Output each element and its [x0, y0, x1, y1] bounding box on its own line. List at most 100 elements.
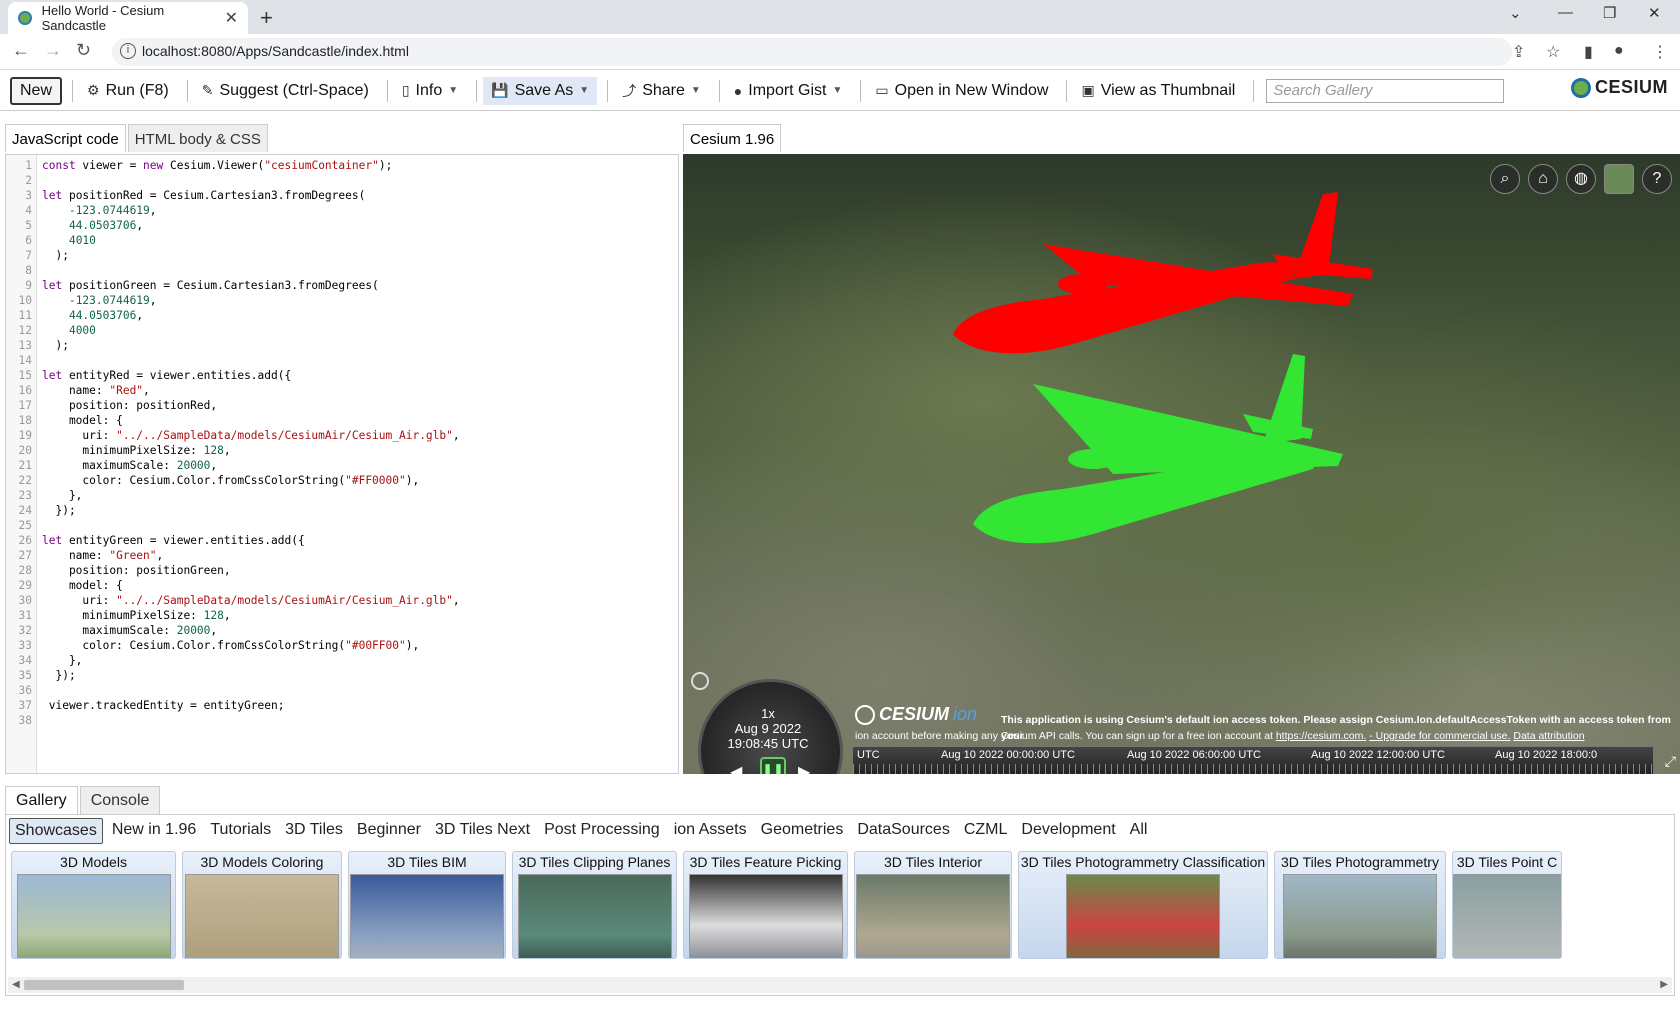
gallery-category[interactable]: Post Processing	[539, 818, 665, 844]
upgrade-link[interactable]: - Upgrade for commercial use.	[1369, 730, 1510, 742]
scroll-right-icon[interactable]: ▶	[1660, 977, 1668, 993]
view-thumbnail-button[interactable]: ▣ View as Thumbnail	[1073, 77, 1243, 105]
code-line[interactable]: 20 minimumPixelSize: 128,	[6, 443, 678, 458]
code-line[interactable]: 34 },	[6, 653, 678, 668]
tab-console[interactable]: Console	[79, 786, 161, 815]
gallery-category[interactable]: Development	[1016, 818, 1120, 844]
code-line[interactable]: 33 color: Cesium.Color.fromCssColorStrin…	[6, 638, 678, 653]
scrollbar-thumb[interactable]	[24, 980, 184, 990]
url-field[interactable]: i localhost:8080/Apps/Sandcastle/index.h…	[112, 38, 1512, 66]
share-button[interactable]: ⤴ Share ▼	[614, 77, 709, 105]
tab-cesium-viewer[interactable]: Cesium 1.96	[683, 124, 782, 152]
code-line[interactable]: 4 -123.0744619,	[6, 203, 678, 218]
play-reverse-icon[interactable]: ◀	[730, 762, 742, 774]
open-new-window-button[interactable]: ▭ Open in New Window	[867, 77, 1056, 105]
green-airplane-model[interactable]	[973, 344, 1403, 564]
code-line[interactable]: 14	[6, 353, 678, 368]
code-line[interactable]: 18 model: {	[6, 413, 678, 428]
gallery-category[interactable]: CZML	[959, 818, 1013, 844]
animation-widget[interactable]: 1x Aug 9 2022 19:08:45 UTC ◀ ❚❚ ▶	[688, 669, 848, 774]
code-line[interactable]: 3 let positionRed = Cesium.Cartesian3.fro…	[6, 188, 678, 203]
code-line[interactable]: 7 );	[6, 248, 678, 263]
new-tab-icon[interactable]: +	[260, 5, 273, 31]
profile-icon[interactable]: ●	[1614, 42, 1624, 60]
code-line[interactable]: 17 position: positionRed,	[6, 398, 678, 413]
tab-gallery[interactable]: Gallery	[5, 786, 78, 815]
gallery-category[interactable]: Tutorials	[205, 818, 276, 844]
code-line[interactable]: 16 name: "Red",	[6, 383, 678, 398]
code-line[interactable]: 13 );	[6, 338, 678, 353]
code-line[interactable]: 6 4010	[6, 233, 678, 248]
suggest-button[interactable]: ✎ Suggest (Ctrl-Space)	[194, 77, 377, 105]
gallery-category[interactable]: 3D Tiles	[280, 818, 348, 844]
window-close-icon[interactable]: ✕	[1648, 4, 1661, 22]
code-line[interactable]: 32 maximumScale: 20000,	[6, 623, 678, 638]
play-forward-icon[interactable]: ▶	[798, 762, 810, 774]
code-line[interactable]: 27 name: "Green",	[6, 548, 678, 563]
gallery-thumbnail[interactable]: 3D Tiles Photogrammetry Classification	[1018, 851, 1268, 959]
code-line[interactable]: 15 let entityRed = viewer.entities.add({	[6, 368, 678, 383]
import-gist-button[interactable]: ● Import Gist ▼	[726, 77, 851, 105]
pause-icon[interactable]: ❚❚	[760, 757, 786, 774]
code-line[interactable]: 21 maximumScale: 20000,	[6, 458, 678, 473]
fullscreen-icon[interactable]: ⤢	[1665, 753, 1676, 770]
code-line[interactable]: 2	[6, 173, 678, 188]
gallery-category[interactable]: Beginner	[352, 818, 426, 844]
gallery-thumbnail[interactable]: 3D Models Coloring	[182, 851, 342, 959]
site-info-icon[interactable]: i	[120, 43, 136, 59]
geocoder-search-icon[interactable]: ⌕	[1490, 164, 1520, 194]
side-panel-icon[interactable]: ▮	[1584, 42, 1593, 62]
code-line[interactable]: 23 },	[6, 488, 678, 503]
code-line[interactable]: 8	[6, 263, 678, 278]
code-line[interactable]: 30 uri: "../../SampleData/models/CesiumA…	[6, 593, 678, 608]
gallery-thumbnail[interactable]: 3D Tiles Clipping Planes	[512, 851, 677, 959]
new-button[interactable]: New	[10, 76, 63, 105]
code-line[interactable]: 11 44.0503706,	[6, 308, 678, 323]
code-line[interactable]: 29 model: {	[6, 578, 678, 593]
run-button[interactable]: ⚙ Run (F8)	[79, 77, 177, 105]
timeline[interactable]: UTC Aug 10 2022 00:00:00 UTC Aug 10 2022…	[853, 746, 1653, 774]
tab-html-body-css[interactable]: HTML body & CSS	[127, 124, 268, 152]
maximize-icon[interactable]: ❐	[1603, 4, 1616, 22]
cesium-viewer[interactable]: ⌕ ⌂ ◍ ? 1x Aug 9 2022 19:08:45 UTC ◀ ❚❚ …	[683, 154, 1680, 774]
code-line[interactable]: 36	[6, 683, 678, 698]
search-gallery-input[interactable]: Search Gallery	[1266, 78, 1505, 103]
data-attribution-link[interactable]: Data attribution	[1513, 730, 1584, 742]
cesium-link[interactable]: https://cesium.com.	[1276, 730, 1366, 742]
bookmark-star-icon[interactable]: ☆	[1546, 42, 1560, 62]
gallery-category[interactable]: 3D Tiles Next	[430, 818, 535, 844]
save-as-button[interactable]: 💾 Save As ▼	[483, 76, 598, 105]
horizontal-scrollbar[interactable]: ◀ ▶	[8, 977, 1672, 993]
gallery-thumbnail[interactable]: 3D Tiles Feature Picking	[683, 851, 848, 959]
code-line[interactable]: 1 const viewer = new Cesium.Viewer("cesiu…	[6, 158, 678, 173]
cesium-ion-logo[interactable]: CESIUM ion	[855, 704, 977, 725]
close-tab-icon[interactable]: ✕	[225, 8, 238, 28]
gallery-category[interactable]: Geometries	[756, 818, 849, 844]
gallery-thumbnail[interactable]: 3D Tiles Point C	[1452, 851, 1562, 959]
code-line[interactable]: 31 minimumPixelSize: 128,	[6, 608, 678, 623]
gallery-category[interactable]: New in 1.96	[107, 818, 202, 844]
code-line[interactable]: 35 });	[6, 668, 678, 683]
code-line[interactable]: 22 color: Cesium.Color.fromCssColorStrin…	[6, 473, 678, 488]
reload-icon[interactable]: ↻	[76, 40, 91, 61]
info-button[interactable]: ▯ Info ▼	[394, 77, 466, 105]
home-icon[interactable]: ⌂	[1528, 164, 1558, 194]
code-line[interactable]: 10 -123.0744619,	[6, 293, 678, 308]
gallery-thumbnail[interactable]: 3D Models	[11, 851, 176, 959]
gallery-thumbnail[interactable]: 3D Tiles BIM	[348, 851, 506, 959]
code-editor[interactable]: 1 const viewer = new Cesium.Viewer("cesiu…	[5, 154, 679, 774]
tab-javascript-code[interactable]: JavaScript code	[5, 124, 126, 152]
code-line[interactable]: 28 position: positionGreen,	[6, 563, 678, 578]
scene-mode-globe-icon[interactable]: ◍	[1566, 164, 1596, 194]
help-icon[interactable]: ?	[1642, 164, 1672, 194]
code-line[interactable]: 12 4000	[6, 323, 678, 338]
scroll-left-icon[interactable]: ◀	[12, 977, 20, 993]
gallery-category[interactable]: Showcases	[9, 818, 103, 844]
forward-icon[interactable]: →	[44, 40, 62, 61]
gallery-category[interactable]: DataSources	[852, 818, 955, 844]
browser-tab[interactable]: Hello World - Cesium Sandcastle ✕	[8, 2, 248, 34]
gallery-category[interactable]: ion Assets	[669, 818, 752, 844]
back-icon[interactable]: ←	[12, 40, 30, 61]
code-line[interactable]: 25	[6, 518, 678, 533]
code-line[interactable]: 37 viewer.trackedEntity = entityGreen;	[6, 698, 678, 713]
